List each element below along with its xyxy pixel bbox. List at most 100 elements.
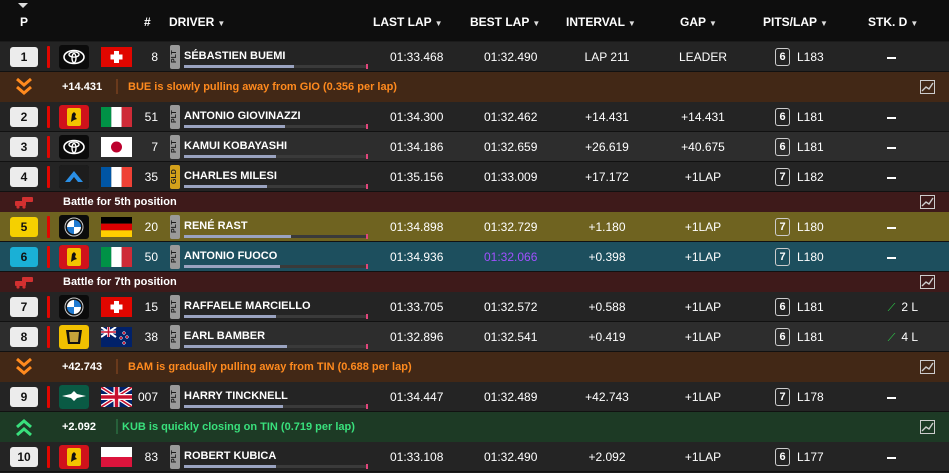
stk-dash	[887, 146, 896, 149]
stint-progress-bar	[184, 234, 368, 239]
driver-name[interactable]: EARL BAMBER	[184, 330, 265, 342]
current-lap: L181	[797, 300, 824, 314]
banner-divider	[116, 79, 118, 94]
trend-chart-icon[interactable]	[920, 195, 935, 209]
stk-dash	[887, 56, 896, 59]
standings-row[interactable]: 1 8 PLT SÉBASTIEN BUEMI 01:33.468 01:32.490 LA…	[0, 42, 949, 72]
header-last-lap[interactable]: LAST LAP ▼	[373, 15, 443, 29]
driver-name[interactable]: HARRY TINCKNELL	[184, 390, 288, 402]
standings-row[interactable]: 5 20 PLT RENÉ RAST 01:34.898 01:32.729 +1.180 +…	[0, 212, 949, 242]
driver-name[interactable]: RENÉ RAST	[184, 220, 248, 232]
trend-chart-icon[interactable]	[920, 275, 935, 289]
gap-amount: +42.743	[62, 361, 103, 373]
position-badge: 8	[10, 327, 38, 347]
driver-category-tag: PLT	[170, 295, 180, 319]
driver-category-tag: GLD	[170, 165, 180, 189]
stint-progress-bar	[184, 404, 368, 409]
header-pos[interactable]: P	[20, 15, 28, 29]
best-lap-time: 01:32.729	[484, 220, 538, 234]
current-lap: L182	[797, 170, 824, 184]
battle-cars-icon	[13, 273, 35, 291]
cadillac-logo-icon	[59, 325, 89, 349]
driver-category-tag: PLT	[170, 385, 180, 409]
header-best-lap-label: BEST LAP	[470, 15, 530, 29]
stint-progress-bar	[184, 124, 368, 129]
driver-name[interactable]: CHARLES MILESI	[184, 170, 277, 182]
position-badge: 5	[10, 217, 38, 237]
battle-banner: Battle for 7th position	[0, 272, 949, 292]
gap-trend-banner: +2.092 KUB is quickly closing on TIN (0.7…	[0, 412, 949, 442]
car-number: 38	[144, 330, 158, 344]
current-lap: L181	[797, 330, 824, 344]
trend-chart-icon[interactable]	[920, 360, 935, 374]
driver-name[interactable]: ANTONIO FUOCO	[184, 250, 277, 262]
best-lap-time: 01:32.490	[484, 50, 538, 64]
collapse-arrow-icon[interactable]	[17, 2, 29, 10]
driver-name[interactable]: KAMUI KOBAYASHI	[184, 140, 287, 152]
gap-value: +1LAP	[684, 170, 722, 184]
car-number: 51	[144, 110, 158, 124]
ferrari-logo-icon	[59, 105, 89, 129]
toyota-logo-icon	[59, 135, 89, 159]
team-color-bar	[47, 446, 50, 468]
standings-row[interactable]: 4 35 GLD CHARLES MILESI 01:35.156 01:33.009 +1…	[0, 162, 949, 192]
pit-count-badge: 6	[775, 448, 790, 466]
germany-flag-icon	[101, 217, 132, 237]
standings-row[interactable]: 3 7 PLT KAMUI KOBAYASHI 01:34.186 01:32.659 +2…	[0, 132, 949, 162]
trend-chart-icon[interactable]	[920, 80, 935, 94]
stk-cell: —	[868, 250, 918, 264]
driver-name[interactable]: RAFFAELE MARCIELLO	[184, 300, 311, 312]
pit-count-badge: 7	[775, 218, 790, 236]
team-color-bar	[47, 246, 50, 268]
position-badge: 2	[10, 107, 38, 127]
best-lap-time: 01:32.489	[484, 390, 538, 404]
position-badge: 3	[10, 137, 38, 157]
pit-count-badge: 6	[775, 298, 790, 316]
car-number: 007	[137, 390, 158, 404]
header-gap[interactable]: GAP ▼	[680, 15, 717, 29]
driver-name[interactable]: ANTONIO GIOVINAZZI	[184, 110, 301, 122]
standings-row[interactable]: 7 15 PLT RAFFAELE MARCIELLO 01:33.705 01:32.5…	[0, 292, 949, 322]
new-zealand-flag-icon	[101, 327, 132, 347]
standings-row[interactable]: 10 83 PLT ROBERT KUBICA 01:33.108 01:32.490 +2…	[0, 442, 949, 472]
driver-name[interactable]: SÉBASTIEN BUEMI	[184, 50, 285, 62]
banner-message: BUE is slowly pulling away from GIO (0.3…	[128, 81, 397, 93]
header-pits[interactable]: PITS/LAP ▼	[763, 15, 828, 29]
last-lap-time: 01:34.300	[390, 110, 444, 124]
gap-amount: +2.092	[62, 421, 96, 433]
car-number: 50	[144, 250, 158, 264]
chevron-down-icon: ▼	[434, 19, 443, 28]
last-lap-time: 01:32.896	[390, 330, 444, 344]
team-color-bar	[47, 296, 50, 318]
position-badge: 9	[10, 387, 38, 407]
alpine-logo-icon	[59, 165, 89, 189]
chevron-down-icon: ▼	[627, 19, 636, 28]
standings-row[interactable]: 8 38 PLT EARL BAMBER 01:32.896 01:32.541 +0.41…	[0, 322, 949, 352]
standings-row[interactable]: 2 51 PLT ANTONIO GIOVINAZZI 01:34.300 01:32.4…	[0, 102, 949, 132]
driver-name[interactable]: ROBERT KUBICA	[184, 450, 276, 462]
current-lap: L181	[797, 140, 824, 154]
header-num[interactable]: #	[144, 15, 151, 29]
stk-value: 2 L	[901, 300, 918, 314]
battle-banner: Battle for 5th position	[0, 192, 949, 212]
trend-chart-icon[interactable]	[920, 420, 935, 434]
stint-progress-bar	[184, 264, 368, 269]
stk-dash	[887, 176, 896, 179]
standings-row[interactable]: 6 50 PLT ANTONIO FUOCO 01:34.936 01:32.066 +0.…	[0, 242, 949, 272]
stk-cell: ⟋ 2 L	[868, 300, 918, 315]
header-interval[interactable]: INTERVAL ▼	[566, 15, 636, 29]
toyota-logo-icon	[59, 45, 89, 69]
gap-value: +1LAP	[684, 220, 722, 234]
header-pits-label: PITS/LAP	[763, 15, 818, 29]
gap-amount: +14.431	[62, 81, 103, 93]
header-driver[interactable]: DRIVER ▼	[169, 15, 225, 29]
current-lap: L180	[797, 250, 824, 264]
italy-flag-icon	[101, 107, 132, 127]
timing-board: P # DRIVER ▼ LAST LAP ▼ BEST LAP ▼ INTERVAL…	[0, 0, 949, 473]
stint-progress-bar	[184, 314, 368, 319]
standings-row[interactable]: 9 007 PLT HARRY TINCKNELL 01:34.447 01:32.489…	[0, 382, 949, 412]
header-stk[interactable]: STK. D ▼	[868, 15, 918, 29]
header-best-lap[interactable]: BEST LAP ▼	[470, 15, 540, 29]
stk-dash	[887, 456, 896, 459]
team-color-bar	[47, 136, 50, 158]
